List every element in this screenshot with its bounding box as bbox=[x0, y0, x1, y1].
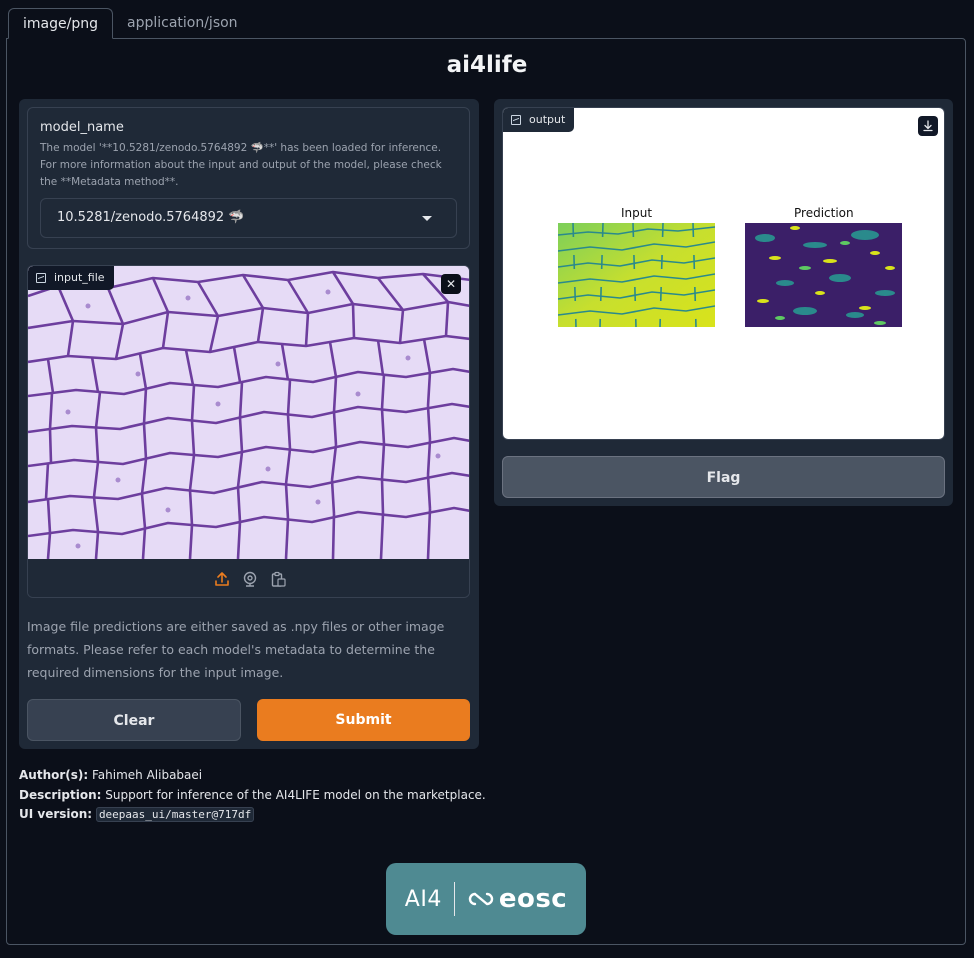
prediction-panel-title: Prediction bbox=[794, 206, 854, 220]
input-source-toolbar bbox=[28, 559, 469, 597]
model-dropdown-value: 10.5281/zenodo.5764892 🦈 bbox=[57, 210, 245, 225]
flag-button[interactable]: Flag bbox=[502, 456, 945, 498]
chevron-down-icon bbox=[422, 216, 432, 221]
download-button[interactable] bbox=[918, 116, 938, 136]
model-selector-block: model_name The model '**10.5281/zenodo.5… bbox=[27, 107, 470, 249]
close-icon[interactable]: ✕ bbox=[441, 274, 461, 294]
clipboard-icon[interactable] bbox=[270, 571, 286, 587]
input-column: model_name The model '**10.5281/zenodo.5… bbox=[19, 99, 479, 749]
clear-button[interactable]: Clear bbox=[27, 699, 241, 741]
note-text: Image file predictions are either saved … bbox=[27, 619, 445, 680]
webcam-icon[interactable] bbox=[242, 571, 258, 587]
output-column: output Input Prediction Flag bbox=[494, 99, 953, 506]
submit-button[interactable]: Submit bbox=[257, 699, 470, 741]
input-file-label: input_file bbox=[28, 266, 114, 290]
mime-tabs: image/png application/json bbox=[8, 8, 252, 39]
image-icon bbox=[36, 273, 46, 283]
tab-image-png[interactable]: image/png bbox=[8, 8, 113, 39]
output-image-block: output Input Prediction bbox=[502, 107, 945, 440]
input-image-block: input_file ✕ bbox=[27, 265, 470, 598]
ai4eosc-logo: AI4 eosc bbox=[386, 863, 586, 935]
model-metadata: Author(s): Fahimeh Alibabaei Description… bbox=[19, 766, 486, 825]
model-label: model_name bbox=[40, 120, 124, 135]
tab-application-json[interactable]: application/json bbox=[113, 8, 252, 39]
input-panel-title: Input bbox=[621, 206, 653, 220]
output-label: output bbox=[503, 108, 575, 132]
page-title: ai4life bbox=[446, 52, 528, 78]
model-dropdown[interactable]: 10.5281/zenodo.5764892 🦈 bbox=[40, 198, 457, 238]
description-line: Description: Support for inference of th… bbox=[19, 787, 486, 802]
image-icon bbox=[511, 115, 521, 125]
version-line: UI version: deepaas_ui/master@717df bbox=[19, 805, 486, 825]
version-code: deepaas_ui/master@717df bbox=[95, 807, 255, 822]
eosc-mark-icon bbox=[468, 892, 493, 906]
input-image bbox=[28, 266, 469, 559]
input-panel-image bbox=[558, 223, 715, 327]
prediction-panel-image bbox=[745, 223, 902, 327]
model-info-text: The model '**10.5281/zenodo.5764892 🦈**'… bbox=[40, 142, 442, 188]
author-line: Author(s): Fahimeh Alibabaei bbox=[19, 768, 203, 782]
upload-icon[interactable] bbox=[214, 571, 230, 587]
download-icon bbox=[923, 120, 933, 132]
